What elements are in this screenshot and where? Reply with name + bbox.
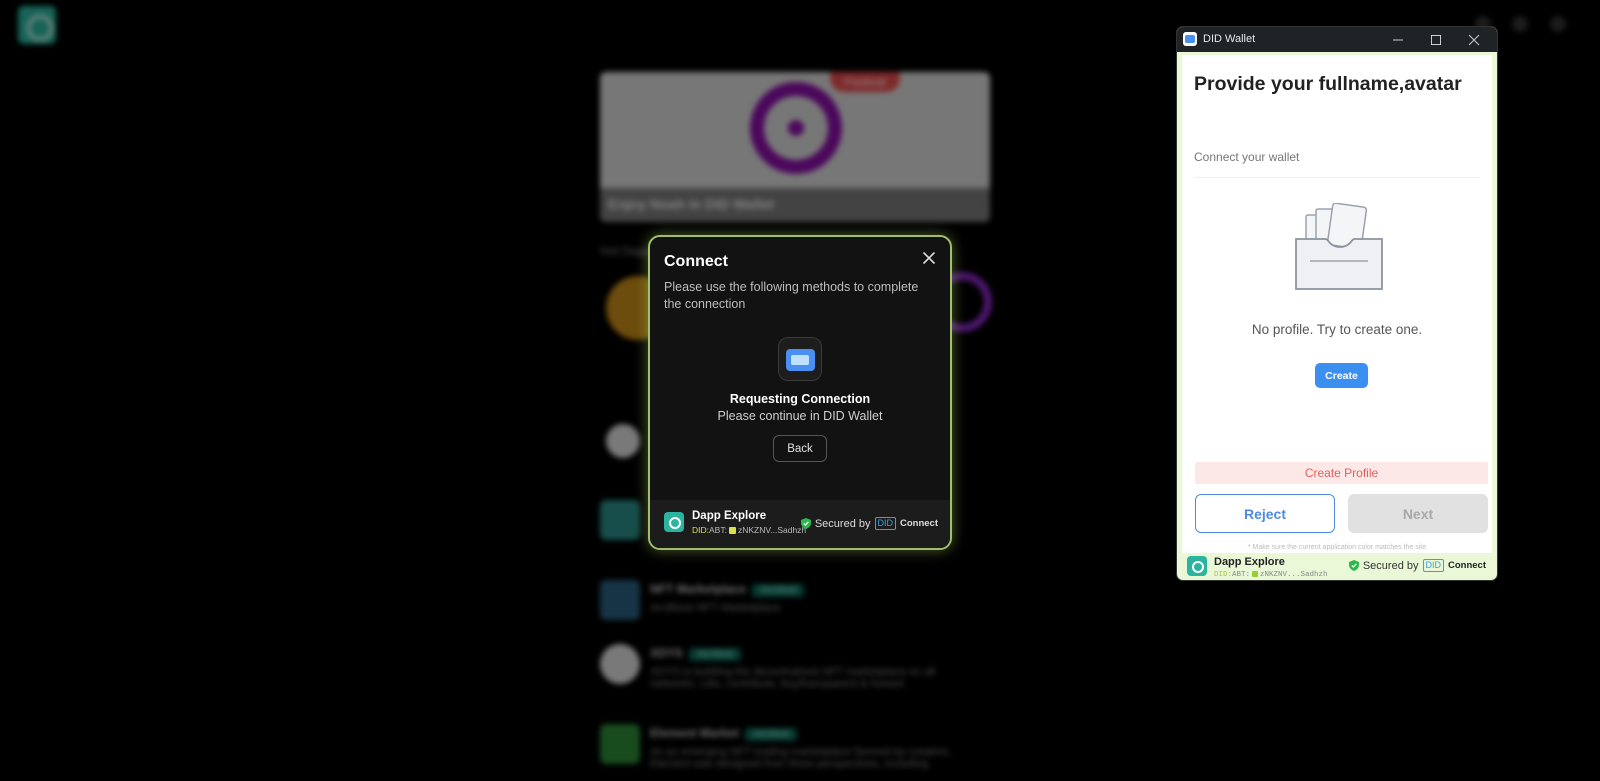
empty-folder-icon xyxy=(1295,203,1383,290)
window-titlebar[interactable]: DID Wallet xyxy=(1177,27,1497,52)
secured-label: Secured by xyxy=(1362,559,1419,572)
create-button[interactable]: Create xyxy=(1315,363,1368,388)
shield-check-icon xyxy=(1348,560,1359,571)
maximize-icon[interactable] xyxy=(1421,30,1451,50)
did-avatar-icon xyxy=(728,527,736,534)
connect-word: Connect xyxy=(900,518,938,529)
item-desc: ArcBlock NFT Marketplace xyxy=(650,602,781,614)
wallet-icon xyxy=(778,337,822,381)
did-prefix: DID: xyxy=(692,525,709,535)
divider xyxy=(1194,177,1480,178)
did-type: ABT: xyxy=(1232,571,1251,579)
connection-status: Requesting Connection xyxy=(729,392,871,406)
close-icon[interactable] xyxy=(1459,30,1489,50)
item-desc: As an emerging NFT trading marketplace f… xyxy=(650,746,952,770)
dapp-thumb[interactable] xyxy=(600,500,640,540)
dialog-title: Connect xyxy=(664,253,728,270)
did-wallet-window: DID Wallet Provide your fullname,avatar … xyxy=(1177,27,1497,580)
dapp-logo-icon xyxy=(1187,556,1207,576)
did-wallet-app-icon xyxy=(1183,32,1197,46)
secured-by: Secured by DID Connect xyxy=(800,517,938,530)
user-icon[interactable] xyxy=(1550,16,1566,32)
banner-badge: Festival xyxy=(830,72,900,92)
connect-dialog: Connect Please use the following methods… xyxy=(648,235,952,550)
item-desc: XDYS is building the decentralized NFT m… xyxy=(650,666,936,690)
screen: Festival Enjoy Noah in DID Wallet Hot Da… xyxy=(0,0,1600,781)
item-title: Element Market xyxy=(650,726,739,740)
did-avatar-icon xyxy=(1252,571,1259,577)
window-title: DID Wallet xyxy=(1203,33,1256,45)
dapp-did: DID:ABT: zNKZNV...Sadhzh xyxy=(1214,571,1328,579)
reject-button[interactable]: Reject xyxy=(1195,494,1335,533)
item-title: NFT Marketplace xyxy=(650,582,747,596)
item-tag: Verified xyxy=(752,584,805,597)
did-connect-logo: DID xyxy=(874,517,896,530)
close-icon[interactable] xyxy=(920,249,938,267)
color-match-hint: * Make sure the current application colo… xyxy=(1247,544,1427,551)
dapp-name: Dapp Explore xyxy=(1214,556,1285,568)
wallet-footer: Dapp Explore DID:ABT: zNKZNV...Sadhzh Sec… xyxy=(1182,556,1492,579)
next-button[interactable]: Next xyxy=(1348,494,1488,533)
did-connect-logo: DID xyxy=(1422,559,1444,572)
item-thumb xyxy=(600,644,640,684)
dapp-orb-white[interactable] xyxy=(606,424,640,458)
dialog-footer: Dapp Explore DID:ABT: zNKZNV...Sadhzh Sec… xyxy=(650,500,950,548)
minimize-icon[interactable] xyxy=(1383,30,1413,50)
did-address: zNKZNV...Sadhzh xyxy=(737,525,807,535)
list-item[interactable]: XDYS Verified XDYS is building the decent… xyxy=(600,644,990,704)
dialog-description: Please use the following methods to comp… xyxy=(664,280,919,311)
did-type: ABT: xyxy=(709,525,727,535)
connection-substatus: Please continue in DID Wallet xyxy=(717,409,883,423)
item-thumb xyxy=(600,580,640,620)
settings-icon[interactable] xyxy=(1512,16,1528,32)
banner-logo xyxy=(750,82,842,174)
secured-by: Secured by DID Connect xyxy=(1348,559,1486,572)
dapp-logo-icon xyxy=(664,512,684,532)
banner-caption: Enjoy Noah in DID Wallet xyxy=(600,188,990,222)
item-tag: Verified xyxy=(688,648,741,661)
dapp-did: DID:ABT: zNKZNV...Sadhzh xyxy=(692,525,806,535)
empty-state-text: No profile. Try to create one. xyxy=(1251,322,1423,337)
back-button[interactable]: Back xyxy=(773,435,827,462)
dapp-name: Dapp Explore xyxy=(692,510,767,522)
create-profile-error: Create Profile xyxy=(1195,462,1488,484)
request-heading: Provide your fullname,avatar xyxy=(1194,73,1462,95)
item-thumb xyxy=(600,724,640,764)
secured-label: Secured by xyxy=(814,517,871,530)
shield-check-icon xyxy=(800,518,811,529)
wallet-content: Provide your fullname,avatar Connect you… xyxy=(1182,55,1492,553)
item-tag: Verified xyxy=(744,728,797,741)
app-logo[interactable] xyxy=(18,6,56,44)
featured-banner[interactable]: Festival Enjoy Noah in DID Wallet xyxy=(600,72,990,222)
list-item[interactable]: Element Market Verified As an emerging NF… xyxy=(600,724,990,781)
connect-word: Connect xyxy=(1448,560,1486,571)
request-subheading: Connect your wallet xyxy=(1194,150,1300,164)
did-prefix: DID: xyxy=(1214,571,1233,579)
list-item[interactable]: NFT Marketplace Verified ArcBlock NFT Mar… xyxy=(600,580,990,640)
did-address: zNKZNV...Sadhzh xyxy=(1260,571,1328,579)
item-title: XDYS xyxy=(650,646,683,660)
